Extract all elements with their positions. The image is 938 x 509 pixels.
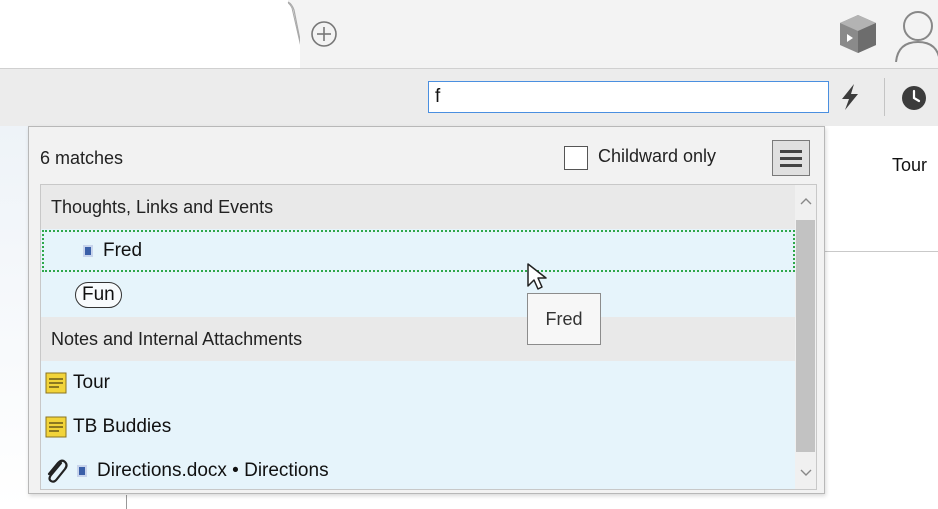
chevron-up-icon [800,198,811,205]
group-header: Thoughts, Links and Events [41,185,796,229]
search-input[interactable] [428,81,829,113]
item-label: Tour [73,372,110,393]
chevron-down-icon [800,469,811,476]
match-count: 6 matches [40,148,124,168]
document-icon [83,245,93,257]
paperclip-icon [47,459,68,483]
item-label: TB Buddies [73,416,172,437]
list-item-directions[interactable]: Directions.docx • Directions [41,449,796,489]
item-label: Fred [103,240,143,261]
list-item-tour[interactable]: Tour [41,361,796,405]
note-icon [45,372,67,394]
bolt-icon[interactable] [836,82,864,112]
clock-icon[interactable] [900,84,928,112]
group-header: Notes and Internal Attachments [41,317,796,361]
tab-strip [0,0,938,68]
tour-label[interactable]: Tour [892,155,927,176]
menu-button[interactable] [772,140,810,176]
toolbar-separator [884,78,885,116]
list-item-fun[interactable]: Fun [41,273,796,317]
document-icon [77,465,87,477]
right-panel [822,126,938,252]
active-tab[interactable] [0,0,300,68]
map-view-edge [0,126,30,509]
scroll-down-button[interactable] [795,458,816,488]
user-icon[interactable] [890,6,938,62]
list-item-tb-buddies[interactable]: TB Buddies [41,405,796,449]
tooltip: Fred [527,293,601,345]
list-item-fred[interactable]: Fred [41,229,796,273]
menu-icon [780,149,802,153]
new-tab-button[interactable] [308,18,340,50]
note-icon [45,416,67,438]
item-label: Directions.docx • Directions [97,460,329,481]
group-title: Notes and Internal Attachments [51,328,303,349]
childward-only-checkbox[interactable] [564,146,588,170]
divider [126,495,127,509]
cube-icon[interactable] [836,12,880,56]
mouse-cursor-icon [527,263,547,290]
group-title: Thoughts, Links and Events [51,196,274,217]
item-label: Fun [75,282,122,308]
scrollbar-thumb[interactable] [796,220,815,452]
scroll-up-button[interactable] [795,186,816,216]
plus-circle-icon [311,21,337,47]
childward-only-label[interactable]: Childward only [598,146,716,167]
results-list: Thoughts, Links and Events Fred Fun Note… [40,184,817,490]
